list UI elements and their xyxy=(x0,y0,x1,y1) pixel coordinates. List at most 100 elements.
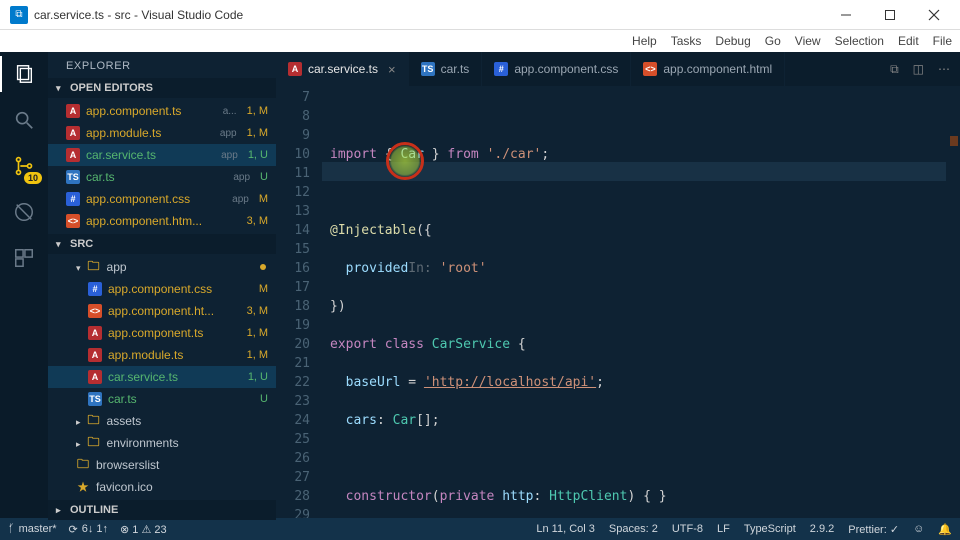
chevron-down-icon xyxy=(56,239,66,250)
editor-tab[interactable]: #app.component.css xyxy=(482,52,631,86)
line-number: 19 xyxy=(276,316,310,335)
open-editor-item[interactable]: Aapp.module.tsapp1, M xyxy=(48,122,276,144)
src-folder-item[interactable]: 🗀environments xyxy=(48,432,276,454)
menu-view[interactable]: View xyxy=(795,34,821,48)
feedback-icon[interactable]: ☺ xyxy=(913,523,924,535)
minimize-button[interactable] xyxy=(824,1,868,29)
language-indicator[interactable]: TypeScript xyxy=(744,523,796,535)
branch-indicator[interactable]: ᚶmaster* xyxy=(8,523,57,535)
menu-file[interactable]: File xyxy=(933,34,952,48)
split-icon[interactable]: ◫ xyxy=(913,62,924,76)
vscode-icon: ⧉ xyxy=(10,6,28,24)
open-editor-item[interactable]: TScar.tsappU xyxy=(48,166,276,188)
src-file-item[interactable]: Aapp.module.ts1, M xyxy=(48,344,276,366)
src-file-item[interactable]: Acar.service.ts1, U xyxy=(48,366,276,388)
file-icon: TS xyxy=(88,392,102,406)
debug-icon[interactable] xyxy=(10,198,38,226)
file-icon: A xyxy=(66,126,80,140)
open-editor-item[interactable]: Acar.service.tsapp1, U xyxy=(48,144,276,166)
version-indicator[interactable]: 2.9.2 xyxy=(810,523,834,535)
prettier-indicator[interactable]: Prettier: ✓ xyxy=(848,523,899,536)
line-number: 21 xyxy=(276,354,310,373)
menu-help[interactable]: Help xyxy=(632,34,657,48)
folder-icon: 🗀 xyxy=(87,414,101,428)
main: 10 EXPLORER OPEN EDITORS Aapp.component.… xyxy=(0,52,960,518)
file-name: app.component.css xyxy=(86,192,226,206)
file-name: car.ts xyxy=(108,392,250,406)
open-editor-item[interactable]: #app.component.cssappM xyxy=(48,188,276,210)
tab-label: app.component.css xyxy=(514,62,618,76)
line-number: 15 xyxy=(276,240,310,259)
editor-tab[interactable]: Acar.service.ts× xyxy=(276,52,409,86)
file-status: M xyxy=(259,193,268,205)
file-icon: TS xyxy=(421,62,435,76)
tab-actions: ⧉ ◫ ⋯ xyxy=(880,52,960,86)
menu-debug[interactable]: Debug xyxy=(715,34,750,48)
file-icon: TS xyxy=(66,170,80,184)
open-editor-item[interactable]: Aapp.component.tsa...1, M xyxy=(48,100,276,122)
line-number: 10 xyxy=(276,145,310,164)
section-open-editors[interactable]: OPEN EDITORS xyxy=(48,78,276,98)
explorer-icon[interactable] xyxy=(10,60,38,88)
editor-tab[interactable]: TS car.ts xyxy=(409,52,483,86)
close-button[interactable] xyxy=(912,1,956,29)
line-number: 7 xyxy=(276,88,310,107)
code[interactable]: import { Car } from './car'; @Injectable… xyxy=(322,86,946,518)
code-area[interactable]: 7891011121314151617181920212223242526272… xyxy=(276,86,960,518)
file-status: 1, U xyxy=(248,149,268,161)
eol-indicator[interactable]: LF xyxy=(717,523,730,535)
tab-label: car.ts xyxy=(441,62,470,76)
src-file-item[interactable]: TScar.tsU xyxy=(48,388,276,410)
src-folder-item[interactable]: 🗀 assets xyxy=(48,410,276,432)
file-status: 1, M xyxy=(247,105,268,117)
menu-tasks[interactable]: Tasks xyxy=(671,34,702,48)
section-src[interactable]: SRC xyxy=(48,234,276,254)
src-file-item[interactable]: <>app.component.ht...3, M xyxy=(48,300,276,322)
line-number: 25 xyxy=(276,430,310,449)
tab-label: app.component.html xyxy=(663,62,772,76)
editor-tab[interactable]: <> app.component.html xyxy=(631,52,785,86)
file-icon: A xyxy=(88,348,102,362)
folder-app[interactable]: 🗀app xyxy=(48,256,276,278)
chevron-right-icon xyxy=(76,414,81,428)
src-file-item[interactable]: ★favicon.ico xyxy=(48,476,276,498)
menu-go[interactable]: Go xyxy=(765,34,781,48)
open-editors-tree: Aapp.component.tsa...1, MAapp.module.tsa… xyxy=(48,98,276,234)
file-icon: <> xyxy=(88,304,102,318)
file-icon: ★ xyxy=(76,480,90,494)
file-icon: <> xyxy=(643,62,657,76)
line-number: 29 xyxy=(276,506,310,518)
notifications-icon[interactable]: 🔔 xyxy=(938,523,952,536)
encoding-indicator[interactable]: UTF-8 xyxy=(672,523,703,535)
line-number: 24 xyxy=(276,411,310,430)
menu-selection[interactable]: Selection xyxy=(835,34,884,48)
extensions-icon[interactable] xyxy=(10,244,38,272)
line-number: 23 xyxy=(276,392,310,411)
file-name: app.module.ts xyxy=(86,126,214,140)
minimap[interactable] xyxy=(946,86,960,518)
section-outline[interactable]: OUTLINE xyxy=(48,500,276,520)
search-icon[interactable] xyxy=(10,106,38,134)
maximize-button[interactable] xyxy=(868,1,912,29)
compare-icon[interactable]: ⧉ xyxy=(890,62,899,77)
sync-indicator[interactable]: ⟳6↓ 1↑ xyxy=(69,523,109,536)
folder-name: assets xyxy=(107,414,268,428)
chevron-right-icon xyxy=(76,436,81,450)
src-file-item[interactable]: Aapp.component.ts1, M xyxy=(48,322,276,344)
problems-indicator[interactable]: ⊗ 1 ⚠ 23 xyxy=(120,523,167,536)
open-editor-item[interactable]: <>app.component.htm...3, M xyxy=(48,210,276,232)
src-file-item[interactable]: 🗀browserslist xyxy=(48,454,276,476)
file-icon: A xyxy=(88,370,102,384)
window-title: car.service.ts - src - Visual Studio Cod… xyxy=(34,8,243,22)
indent-indicator[interactable]: Spaces: 2 xyxy=(609,523,658,535)
tabs: Acar.service.ts× TS car.ts #app.component.c… xyxy=(276,52,960,86)
folder-name: app xyxy=(107,260,254,274)
src-file-item[interactable]: #app.component.cssM xyxy=(48,278,276,300)
close-tab-icon[interactable]: × xyxy=(388,62,396,77)
menu-edit[interactable]: Edit xyxy=(898,34,919,48)
file-icon: # xyxy=(66,192,80,206)
more-icon[interactable]: ⋯ xyxy=(938,62,950,76)
cursor-position[interactable]: Ln 11, Col 3 xyxy=(536,523,595,535)
source-control-icon[interactable]: 10 xyxy=(10,152,38,180)
line-number: 8 xyxy=(276,107,310,126)
